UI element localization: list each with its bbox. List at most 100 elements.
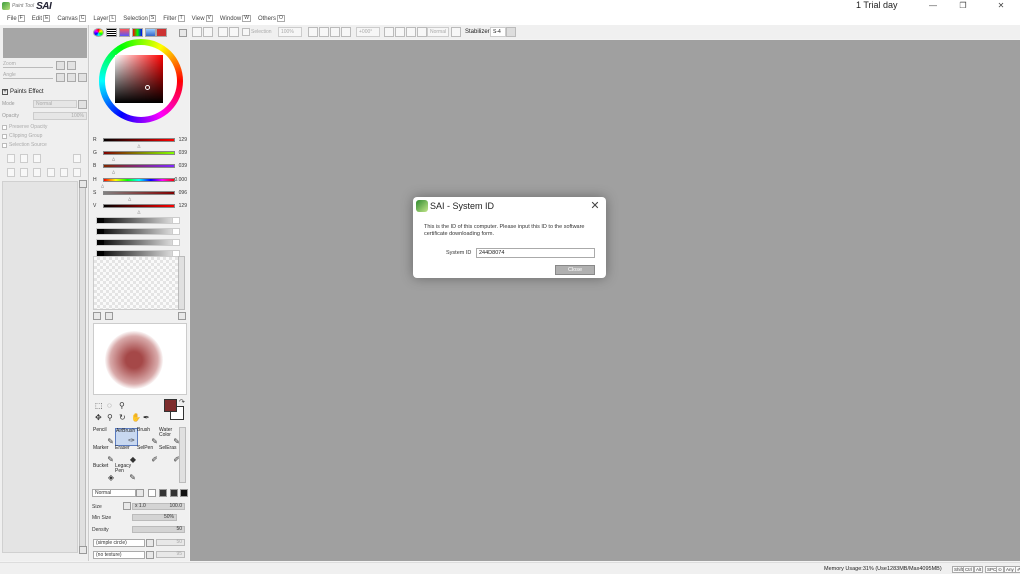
size-multiplier-icon[interactable] <box>123 502 131 510</box>
mixer-mode-icon[interactable] <box>156 28 167 37</box>
view-blend-field[interactable]: Normal <box>427 27 449 37</box>
rotate-left-toolbar-icon[interactable] <box>384 27 394 37</box>
clear-layer-icon[interactable] <box>33 168 41 177</box>
system-id-field[interactable] <box>476 248 595 258</box>
brush-pencil[interactable]: Pencil ✎ <box>93 428 116 446</box>
scratchpad-mode-icon[interactable] <box>145 28 156 37</box>
menu-view[interactable]: View V <box>192 15 213 22</box>
menu-canvas[interactable]: Canvas C <box>57 15 87 22</box>
shape-tri-icon[interactable] <box>159 489 167 497</box>
angle-slider[interactable]: Angle <box>3 72 53 80</box>
slider-r[interactable]: R △ 129 <box>93 136 189 148</box>
menu-others[interactable]: Others O <box>258 15 285 22</box>
rect-select-icon[interactable]: ⬚ <box>95 401 103 410</box>
delete-layer-icon[interactable] <box>73 154 81 163</box>
deselect-icon[interactable] <box>218 27 228 37</box>
brush-brush[interactable]: Brush ✎ <box>137 428 160 446</box>
hue-ring[interactable] <box>99 39 183 123</box>
preview-mode-icon[interactable] <box>105 312 113 320</box>
eyedropper-icon[interactable]: ✒ <box>143 413 150 422</box>
saturation-value-square[interactable] <box>115 55 163 103</box>
paints-effect-toggle[interactable]: + Paints Effect <box>2 89 44 95</box>
layer-settings-icon[interactable] <box>73 168 81 177</box>
invert-selection-icon[interactable] <box>229 27 239 37</box>
brush-marker[interactable]: Marker ✎ <box>93 446 116 464</box>
gray-ramp-2[interactable] <box>96 228 180 235</box>
stabilizer-field[interactable]: S-4 <box>490 27 506 37</box>
duplicate-layer-icon[interactable] <box>60 168 68 177</box>
rotate-right-button[interactable] <box>67 73 76 82</box>
new-linework-layer-icon[interactable] <box>20 154 28 163</box>
close-button[interactable]: Close <box>555 265 595 275</box>
brush-bucket[interactable]: Bucket ◈ <box>93 464 116 482</box>
zoom-in-button[interactable] <box>67 61 76 70</box>
menu-layer[interactable]: Layer L <box>93 15 117 22</box>
layer-mode-select[interactable]: Normal <box>33 100 77 108</box>
brush-airbrush[interactable]: AirBrush ✑ <box>115 428 138 446</box>
slider-thumb-icon[interactable]: △ <box>101 183 104 188</box>
brush-water-color[interactable]: Water Color ✎ <box>159 428 182 446</box>
slider-g[interactable]: G △ 039 <box>93 149 189 161</box>
preserve-opacity-box[interactable] <box>2 124 7 130</box>
brush-shape-select[interactable]: (simple circle) <box>93 539 145 547</box>
gray-ramp-1[interactable] <box>96 217 180 224</box>
angle-field[interactable]: +000° <box>356 27 380 37</box>
zoom-in-toolbar-icon[interactable] <box>319 27 329 37</box>
angle-track[interactable] <box>3 78 53 79</box>
shape-strength-slider[interactable]: 50 <box>156 539 185 546</box>
flip-horizontal-icon[interactable] <box>417 27 427 37</box>
slider-track[interactable] <box>103 178 175 182</box>
trash-icon[interactable] <box>47 168 55 177</box>
selection-source-checkbox[interactable]: Selection Source <box>2 142 47 148</box>
slider-thumb-icon[interactable]: △ <box>137 143 140 148</box>
slider-thumb-icon[interactable]: △ <box>112 169 115 174</box>
zoom-fit-icon[interactable] <box>330 27 340 37</box>
hsv-slider-mode-icon[interactable] <box>119 28 130 37</box>
preview-close-icon[interactable] <box>178 312 186 320</box>
menu-edit[interactable]: Edit E <box>32 15 51 22</box>
brush-selpen[interactable]: SelPen ✐ <box>137 446 160 464</box>
color-swatch-mode-icon[interactable] <box>132 28 143 37</box>
color-swatches-grid[interactable] <box>93 256 179 310</box>
view-blend-dropdown-icon[interactable] <box>451 27 461 37</box>
stabilizer-dropdown-icon[interactable] <box>506 27 516 37</box>
brush-eraser[interactable]: Eraser ◆ <box>115 446 138 464</box>
slider-track[interactable] <box>103 191 175 195</box>
preview-toggle-icon[interactable] <box>93 312 101 320</box>
rotate-left-button[interactable] <box>56 73 65 82</box>
foreground-color-swatch[interactable] <box>164 399 177 412</box>
clipping-group-box[interactable] <box>2 133 7 139</box>
zoom-out-button[interactable] <box>56 61 65 70</box>
slider-thumb-icon[interactable]: △ <box>137 209 140 214</box>
swap-colors-icon[interactable]: ↷ <box>179 398 185 407</box>
slider-b[interactable]: B △ 039 <box>93 162 189 174</box>
brush-legacy-pen[interactable]: Legacy Pen ✎ <box>115 464 138 482</box>
zoom-slider[interactable]: Zoom <box>3 61 53 69</box>
hand-icon[interactable]: ✋ <box>131 413 141 422</box>
transfer-down-icon[interactable] <box>7 168 15 177</box>
reset-view-button[interactable] <box>78 73 87 82</box>
slider-s[interactable]: S △ 096 <box>93 189 189 201</box>
close-window-button[interactable]: ✕ <box>986 0 1016 12</box>
slider-h[interactable]: H △ 0.000 <box>93 176 189 188</box>
clipping-group-checkbox[interactable]: Clipping Group <box>2 133 42 139</box>
shape-round-icon[interactable] <box>170 489 178 497</box>
blend-mode-dropdown-icon[interactable] <box>136 489 144 497</box>
canvas-area[interactable] <box>190 40 1020 561</box>
selection-source-box[interactable] <box>2 142 7 148</box>
texture-dropdown-icon[interactable] <box>146 551 154 559</box>
mode-dropdown-icon[interactable] <box>78 100 87 109</box>
sv-cursor[interactable] <box>145 85 150 90</box>
zoom-reset-icon[interactable] <box>341 27 351 37</box>
slider-thumb-icon[interactable]: △ <box>112 156 115 161</box>
rgb-slider-mode-icon[interactable] <box>106 28 117 37</box>
menu-selection[interactable]: Selection S <box>123 15 157 22</box>
slider-track[interactable] <box>103 164 175 168</box>
redo-icon[interactable] <box>203 27 213 37</box>
slider-track[interactable] <box>103 204 175 208</box>
zoom-field[interactable]: 100% <box>278 27 302 37</box>
color-wheel-mode-icon[interactable] <box>93 28 104 37</box>
min-size-slider[interactable]: 50% <box>132 514 177 521</box>
rotate-reset-icon[interactable] <box>406 27 416 37</box>
brush-seleras[interactable]: SelEras ✐ <box>159 446 182 464</box>
